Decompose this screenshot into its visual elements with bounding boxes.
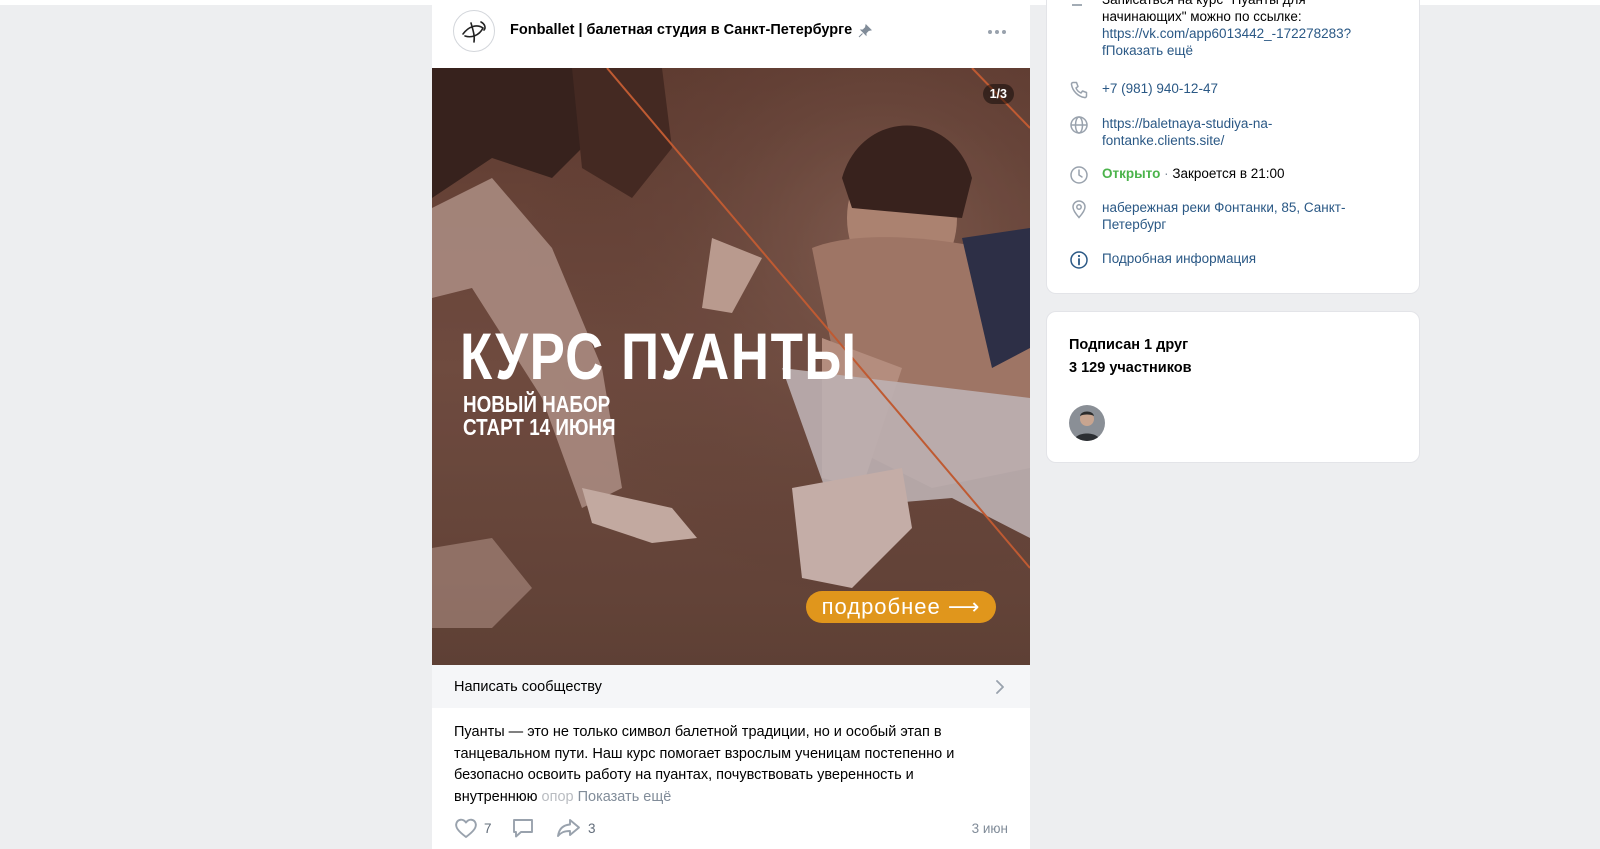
post-date[interactable]: 3 июн [972,821,1008,836]
phone-row: +7 (981) 940-12-47 [1069,80,1218,100]
more-icon[interactable] [985,22,1009,42]
phone-link[interactable]: +7 (981) 940-12-47 [1102,81,1218,96]
hero-title: КУРС ПУАНТЫ [460,319,858,393]
description-icon [1072,4,1082,6]
write-to-community-row[interactable]: Написать сообществу [432,665,1030,708]
address-row: набережная реки Фонтанки, 85, Санкт- Пет… [1069,199,1345,233]
globe-icon [1070,116,1088,134]
website-link-line-2[interactable]: fontanke.clients.site/ [1102,132,1272,149]
heart-icon [455,818,477,838]
likes-count: 7 [484,820,492,836]
clock-icon [1070,166,1088,184]
info-icon [1070,251,1088,269]
close-time: Закроется в 21:00 [1172,166,1285,181]
description-line-1: Записаться на курс "Пуанты для [1102,0,1351,8]
website-link-line-1[interactable]: https://baletnaya-studiya-na- [1102,115,1272,132]
members-card[interactable]: Подписан 1 друг 3 129 участников [1046,311,1420,463]
members-count[interactable]: 3 129 участников [1069,360,1192,376]
chevron-right-icon [996,680,1004,694]
show-more-link[interactable]: Показать ещё [578,789,672,805]
image-counter: 1/3 [982,84,1014,104]
fonballet-logo-icon[interactable] [453,10,495,52]
share-button[interactable]: 3 [556,817,596,839]
website-row: https://baletnaya-studiya-na- fontanke.c… [1069,115,1272,149]
friends-subscribed[interactable]: Подписан 1 друг [1069,337,1188,353]
shares-count: 3 [588,820,596,836]
description-line-2: начинающих" можно по ссылке: [1102,9,1302,24]
post-card: Fonballet | балетная студия в Санкт-Пете… [432,0,1030,849]
more-details-button[interactable]: подробнее ⟶ [806,591,996,623]
post-text: Пуанты — это не только символ балетной т… [454,722,999,808]
hero-subtitle: НОВЫЙ НАБОР СТАРТ 14 ИЮНЯ [463,393,616,439]
hours-row: Открыто · Закроется в 21:00 [1069,165,1285,185]
description-show-more[interactable]: Показать ещё [1106,43,1193,58]
share-icon [557,819,580,837]
write-to-community-label: Написать сообществу [454,679,602,695]
comment-icon [513,819,533,838]
details-link[interactable]: Подробная информация [1102,251,1256,266]
post-text-fade: опор [541,788,574,805]
pin-icon [858,24,872,38]
details-row: Подробная информация [1069,250,1256,270]
comment-button[interactable] [511,817,535,839]
address-line-1[interactable]: набережная реки Фонтанки, 85, Санкт- [1102,199,1345,216]
post-actions: 7 3 3 июн [432,817,1030,843]
post-image[interactable]: 1/3 КУРС ПУАНТЫ НОВЫЙ НАБОР СТАРТ 14 ИЮН… [432,68,1030,665]
hero-subtitle-line-1: НОВЫЙ НАБОР [463,391,611,417]
community-name[interactable]: Fonballet | балетная студия в Санкт-Пете… [510,22,852,38]
hours-separator: · [1160,166,1173,181]
location-icon [1072,200,1086,219]
app-link-line-1[interactable]: https://vk.com/app6013442_-172278283? [1102,25,1351,42]
like-button[interactable]: 7 [454,817,492,839]
address-line-2[interactable]: Петербург [1102,216,1345,233]
phone-icon [1070,81,1088,99]
hero-subtitle-line-2: СТАРТ 14 ИЮНЯ [463,414,616,440]
open-status: Открыто [1102,166,1161,181]
post-header: Fonballet | балетная студия в Санкт-Пете… [432,0,1030,68]
description-row: Записаться на курс "Пуанты для начинающи… [1069,0,1351,59]
post-text-main: Пуанты — это не только символ балетной т… [454,724,955,805]
avatar[interactable] [1069,405,1105,441]
community-info-card: Записаться на курс "Пуанты для начинающи… [1046,0,1420,294]
